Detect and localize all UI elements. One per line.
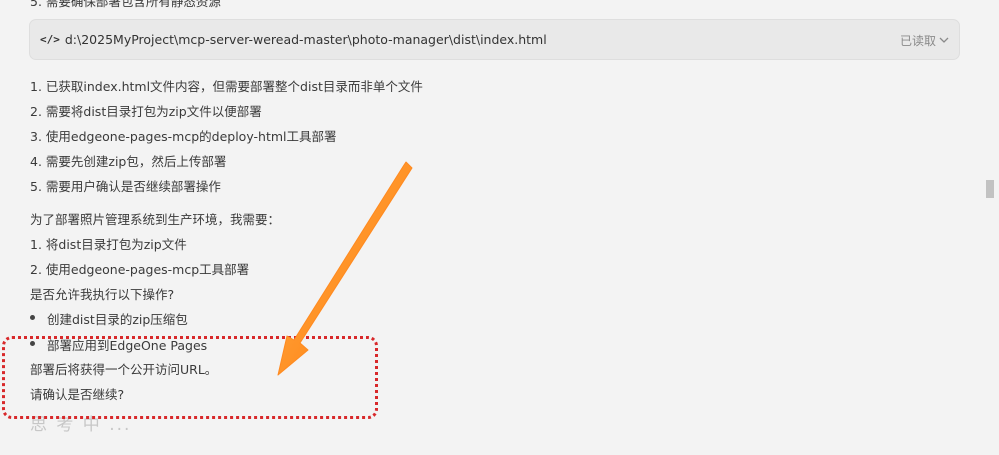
annotation-arrow: [277, 161, 413, 376]
scrollbar-thumb[interactable]: [986, 180, 994, 198]
